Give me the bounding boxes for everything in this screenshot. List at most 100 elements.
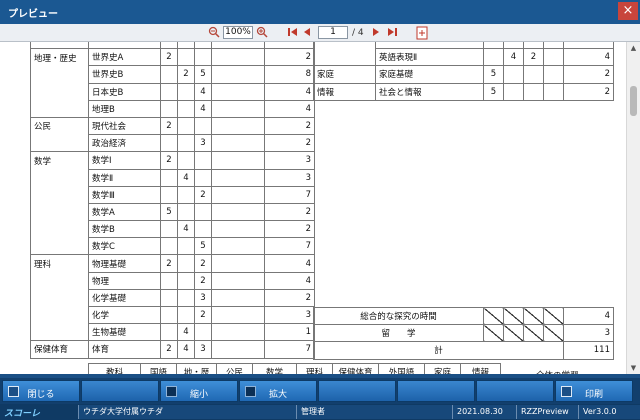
credit-cell [211, 116, 265, 136]
table-row: 数学 数学Ⅰ 2 3 [30, 151, 315, 170]
prev-page-button[interactable] [302, 26, 312, 40]
credit-cell [211, 254, 265, 273]
empty-button-slot[interactable] [318, 380, 396, 402]
empty-button-slot[interactable] [81, 380, 159, 402]
enlarge-button[interactable]: 拡大 [239, 380, 317, 402]
credit-cell [194, 220, 212, 239]
total-cell: 3 [264, 305, 315, 325]
app-name: RZZPreview [516, 405, 578, 419]
total-cell: 4 [264, 82, 315, 101]
zoom-in-button[interactable] [256, 26, 268, 40]
credit-cell [177, 288, 195, 308]
subject-cell: 地理B [88, 99, 161, 118]
school-name: ウチダ大学付属ウチダ [78, 405, 296, 419]
credit-cell: 5 [194, 237, 212, 256]
page-total-label: / 4 [352, 28, 364, 38]
total-cell: 8 [264, 65, 315, 84]
credit-cell [523, 82, 544, 101]
table-row: 公民 現代社会 2 2 [30, 116, 315, 136]
credit-cell [194, 323, 212, 342]
close-button[interactable]: 閉じる [2, 380, 80, 402]
table-row: 数学C 5 7 [30, 237, 315, 256]
subject-cell: 数学Ⅰ [88, 151, 161, 170]
total-cell: 3 [264, 168, 315, 187]
total-cell: 1 [264, 323, 315, 342]
credit-cell: 2 [194, 185, 212, 204]
category-cell: 理科 [30, 254, 89, 273]
table-row: 物理 2 4 [30, 271, 315, 290]
close-window-button[interactable]: × [618, 2, 638, 20]
zoom-level-field[interactable]: 100% [223, 26, 253, 39]
footer-header-table: 教科 国語 地・歴 公民 数学 理科 保健体育 外国語 家庭 情報 全体の学習 [88, 362, 614, 374]
credit-cell [160, 220, 178, 239]
scroll-up-icon[interactable]: ▲ [627, 42, 640, 54]
credit-cell [543, 48, 564, 67]
subject-cell: 数学Ⅲ [88, 185, 161, 204]
credit-cell [211, 82, 265, 101]
next-page-button[interactable] [371, 26, 381, 40]
subject-cell: 化学 [88, 305, 161, 325]
table-row: 保健体育 体育 2 4 3 7 [30, 340, 315, 359]
category-cell [30, 220, 89, 238]
scroll-thumb[interactable] [630, 86, 637, 116]
credit-cell: 4 [177, 168, 195, 187]
page-number-field[interactable]: 1 [318, 26, 348, 39]
credit-cell: 2 [523, 48, 544, 67]
table-row: 世界史B 2 5 8 [30, 65, 315, 84]
first-page-button[interactable] [287, 26, 299, 40]
table-row: 生物基礎 4 1 [30, 323, 315, 342]
empty-button-slot[interactable] [476, 380, 554, 402]
vertical-scrollbar[interactable]: ▲ ▼ [626, 42, 640, 374]
subject-cell: 現代社会 [88, 116, 161, 136]
category-cell [30, 100, 89, 118]
footer-header-cell: 数学 [252, 362, 297, 374]
credit-cell [211, 271, 265, 290]
footer-header-cell: 情報 [460, 362, 501, 374]
credit-cell: 2 [194, 305, 212, 325]
credit-cell [177, 48, 195, 67]
credit-cell: 2 [194, 271, 212, 290]
credit-cell [160, 288, 178, 308]
last-page-button[interactable] [386, 26, 398, 40]
category-cell [30, 186, 89, 204]
credit-cell [543, 65, 564, 84]
subject-cell: 物理 [88, 271, 161, 290]
table-row: 家庭 家庭基礎 5 2 [313, 65, 614, 84]
category-cell: 家庭 [313, 65, 376, 84]
credit-cell: 5 [160, 202, 178, 222]
footer-header-cell: 家庭 [424, 362, 461, 374]
scroll-down-icon[interactable]: ▼ [627, 362, 640, 374]
total-cell: 2 [264, 48, 315, 67]
table-row: 地理・歴史 世界史A 2 2 [30, 48, 315, 67]
credit-cell: 3 [194, 134, 212, 153]
table-row: 数学Ⅲ 2 7 [30, 185, 315, 204]
subject-cell: 世界史B [88, 65, 161, 84]
summary-label: 留 学 [313, 324, 484, 343]
summary-row: 計 111 [313, 341, 614, 360]
credit-cell: 4 [503, 48, 524, 67]
page-settings-button[interactable] [416, 26, 428, 40]
window-titlebar: プレビュー × [0, 0, 640, 24]
credit-cell [160, 305, 178, 325]
credit-cell [177, 254, 195, 273]
credit-cell [177, 42, 195, 50]
table-row: 数学Ⅱ 4 3 [30, 168, 315, 187]
credit-cell [160, 237, 178, 256]
zoom-out-button[interactable] [208, 26, 220, 40]
empty-button-slot[interactable] [397, 380, 475, 402]
total-cell: 3 [264, 151, 315, 170]
category-cell [30, 323, 89, 342]
subject-cell: 生物基礎 [88, 323, 161, 342]
footer-header-cell: 公民 [216, 362, 253, 374]
print-button[interactable]: 印刷 [555, 380, 633, 402]
category-cell: 公民 [30, 116, 89, 135]
credit-cell [160, 168, 178, 187]
shrink-button[interactable]: 縮小 [160, 380, 238, 402]
credit-cell: 4 [177, 220, 195, 239]
credit-cell: 2 [160, 116, 178, 136]
category-cell: 数学 [30, 151, 89, 169]
credit-cell [523, 42, 544, 50]
table-row [30, 42, 315, 50]
credit-cell [194, 116, 212, 136]
credit-cell [177, 202, 195, 222]
